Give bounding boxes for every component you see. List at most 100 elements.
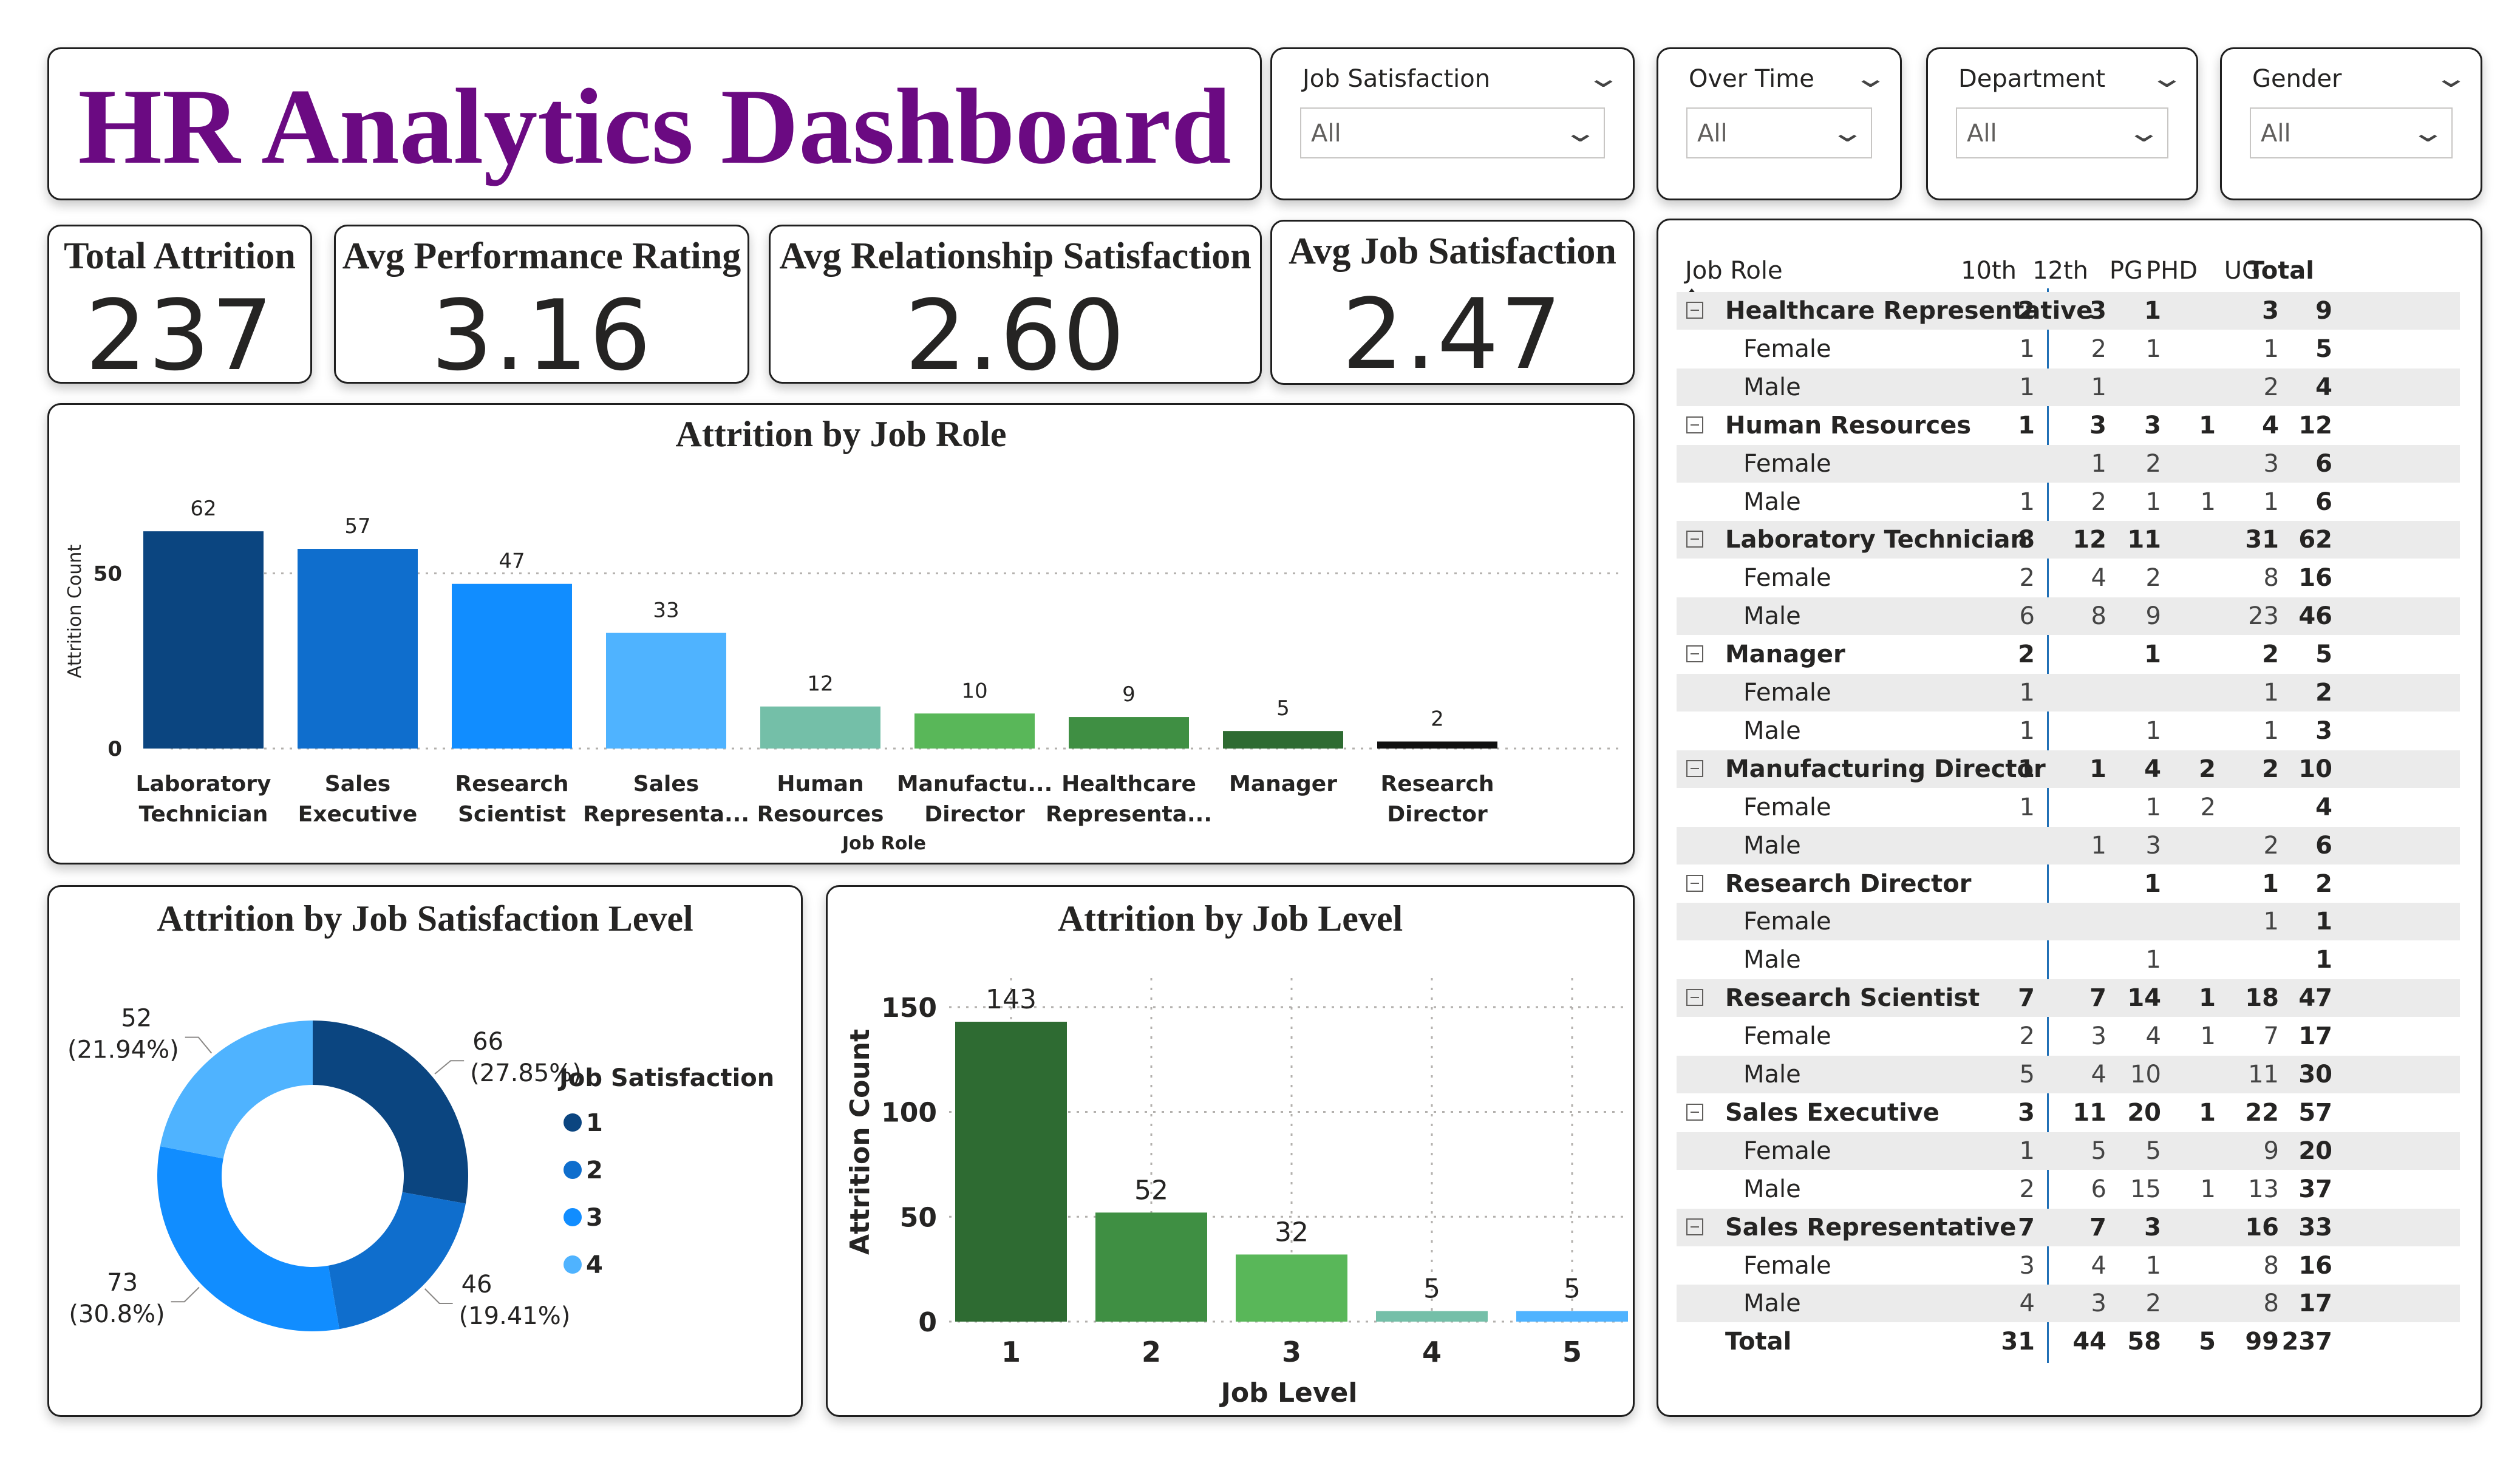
matrix-cell: 3	[2144, 411, 2161, 440]
matrix-group-row[interactable]: Research Director 1 1 2	[1677, 865, 2460, 903]
collapse-icon[interactable]	[1686, 989, 1703, 1007]
legend-marker	[564, 1161, 582, 1179]
matrix-cell: 4	[2091, 1251, 2106, 1280]
matrix-cell: 31	[2001, 1328, 2035, 1356]
matrix-group-row[interactable]: Manager 2 1 2 5	[1677, 636, 2460, 673]
slicer-over-time[interactable]: Over Time ⌄ All ⌄	[1657, 47, 1902, 200]
matrix-cell: 2	[2019, 564, 2035, 593]
row-label: Total	[1725, 1328, 1792, 1356]
chevron-down-icon[interactable]: ⌄	[2433, 63, 2469, 93]
collapse-icon[interactable]	[1686, 759, 1703, 777]
y-tick-label: 150	[881, 993, 937, 1024]
column-header[interactable]: 10th	[1950, 257, 2017, 285]
leader-line	[434, 1060, 465, 1075]
matrix-cell: 2	[2263, 831, 2279, 860]
row-label: Sales Executive	[1725, 1098, 1939, 1127]
matrix-cell: 1	[2091, 373, 2106, 401]
matrix-cell: 18	[2245, 984, 2279, 1013]
matrix-group-row[interactable]: Sales Executive 3 11 20 1 22 57	[1677, 1094, 2460, 1132]
matrix-cell: 3	[2091, 1022, 2106, 1051]
x-tick-label: Sales	[325, 772, 390, 796]
matrix-cell: 3	[2019, 1251, 2035, 1280]
x-tick-label: Representa...	[583, 802, 749, 827]
matrix-cell: 12	[2298, 411, 2332, 440]
chevron-down-icon[interactable]: ⌄	[2410, 117, 2446, 148]
matrix-group-row[interactable]: Manufacturing Director 1 1 4 2 2 10	[1677, 750, 2460, 788]
matrix-cell: 4	[2315, 793, 2332, 821]
row-label: Female	[1743, 1022, 1831, 1051]
slicer-gender[interactable]: Gender ⌄ All ⌄	[2220, 47, 2482, 200]
collapse-icon[interactable]	[1686, 874, 1703, 892]
y-axis-label: Attrition Count	[64, 545, 86, 679]
matrix-cell: 23	[2248, 602, 2279, 631]
title-card: HR Analytics Dashboard	[47, 47, 1262, 200]
data-label: 52	[1134, 1175, 1168, 1206]
column-header[interactable]: Job Role	[1685, 257, 1783, 285]
attrition-matrix[interactable]: Job Role 10th 12th PG PHD UG Total Healthcare R…	[1658, 220, 2481, 1415]
matrix-cell: 1	[2091, 831, 2106, 860]
collapse-icon[interactable]	[1686, 1218, 1703, 1235]
matrix-cell: 5	[2145, 1136, 2161, 1165]
slicer-dropdown[interactable]: All ⌄	[2250, 107, 2453, 158]
row-label: Healthcare Representative	[1725, 297, 2093, 325]
matrix-cell: 9	[2315, 297, 2332, 325]
kpi-total-attrition: Total Attrition 237	[47, 225, 312, 384]
matrix-cell: 14	[2127, 984, 2161, 1013]
y-tick-label: 0	[107, 737, 122, 761]
column-header[interactable]: Total	[2247, 257, 2314, 285]
matrix-row: Female 1 1	[1677, 903, 2460, 941]
collapse-icon[interactable]	[1686, 1103, 1703, 1121]
x-tick-label: Manager	[1229, 772, 1337, 796]
chevron-down-icon[interactable]: ⌄	[1562, 117, 1598, 148]
matrix-cell: 1	[2019, 1136, 2035, 1165]
slicer-dropdown[interactable]: All ⌄	[1956, 107, 2168, 158]
matrix-group-row[interactable]: Human Resources 1 3 3 1 4 12	[1677, 407, 2460, 444]
chevron-down-icon[interactable]: ⌄	[2126, 117, 2162, 148]
matrix-cell: 16	[2298, 564, 2332, 593]
collapse-icon[interactable]	[1686, 302, 1703, 319]
collapse-icon[interactable]	[1686, 416, 1703, 433]
slicer-job-satisfaction[interactable]: Job Satisfaction ⌄ All ⌄	[1270, 47, 1635, 200]
matrix-cell: 1	[2199, 411, 2216, 440]
slicer-value: All	[1311, 120, 1341, 148]
chevron-down-icon[interactable]: ⌄	[1585, 63, 1621, 93]
matrix-cell: 1	[2019, 679, 2035, 707]
collapse-icon[interactable]	[1686, 531, 1703, 548]
x-axis-label: Job Role	[841, 833, 926, 854]
matrix-group-row[interactable]: Laboratory Technician 8 12 11 31 62	[1677, 521, 2460, 559]
legend-marker	[564, 1113, 582, 1132]
donut-slice	[157, 1146, 339, 1331]
matrix-cell: 2	[2262, 755, 2279, 783]
matrix-row: Female 2 3 4 1 7 17	[1677, 1017, 2460, 1055]
chevron-down-icon[interactable]: ⌄	[2149, 63, 2185, 93]
chevron-down-icon[interactable]: ⌄	[1853, 63, 1888, 93]
matrix-row: Female 1 2 3 6	[1677, 444, 2460, 483]
collapse-icon[interactable]	[1686, 645, 1703, 663]
matrix-cell: 5	[2315, 640, 2332, 669]
slicer-label: Department	[1958, 65, 2106, 93]
legend-marker	[564, 1208, 582, 1226]
x-tick-label: Healthcare	[1061, 772, 1196, 796]
legend-label: 3	[586, 1204, 603, 1232]
matrix-group-row[interactable]: Sales Representative 7 7 3 16 33	[1677, 1208, 2460, 1246]
chevron-down-icon[interactable]: ⌄	[1830, 117, 1865, 148]
legend-marker	[564, 1255, 582, 1274]
slicer-dropdown[interactable]: All ⌄	[1300, 107, 1605, 158]
matrix-cell: 8	[2263, 1289, 2279, 1318]
slicer-dropdown[interactable]: All ⌄	[1686, 107, 1872, 158]
kpi-label: Avg Relationship Satisfaction	[779, 236, 1251, 277]
bar	[955, 1022, 1067, 1322]
y-tick-label: 50	[94, 562, 122, 586]
matrix-row: Male 1 1 2 4	[1677, 368, 2460, 406]
matrix-cell: 11	[2072, 1098, 2106, 1127]
matrix-cell: 47	[2298, 984, 2332, 1013]
slicer-department[interactable]: Department ⌄ All ⌄	[1926, 47, 2198, 200]
matrix-group-row[interactable]: Research Scientist 7 7 14 1 18 47	[1677, 979, 2460, 1017]
column-header[interactable]: PHD	[2131, 257, 2198, 285]
matrix-group-row[interactable]: Healthcare Representative 2 3 1 3 9	[1677, 292, 2460, 330]
matrix-cell: 6	[2315, 487, 2332, 516]
matrix-cell: 17	[2298, 1022, 2332, 1051]
matrix-cell: 5	[2199, 1328, 2216, 1356]
matrix-cell: 4	[2091, 1061, 2106, 1089]
matrix-cell: 11	[2248, 1061, 2279, 1089]
